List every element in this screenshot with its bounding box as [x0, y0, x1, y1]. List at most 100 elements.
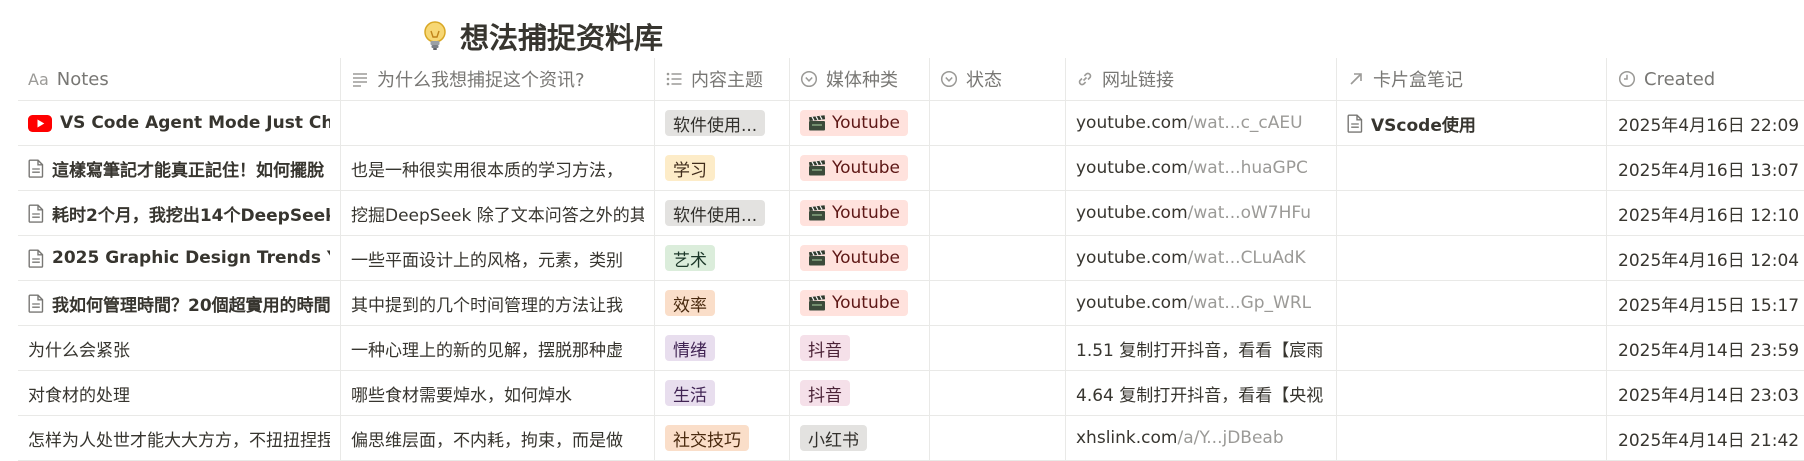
cell-card[interactable] [1337, 281, 1607, 325]
cell-url[interactable]: youtube.com/wat...huaGPC [1066, 146, 1337, 190]
cell-card[interactable] [1337, 236, 1607, 280]
cell-status[interactable] [930, 146, 1066, 190]
cell-media[interactable]: Youtube [790, 146, 930, 190]
table-row-1[interactable]: VS Code Agent Mode Just Changed Everythi… [18, 101, 1804, 146]
cell-card[interactable] [1337, 191, 1607, 235]
url-link[interactable]: xhslink.com/a/Y...jDBeab [1076, 428, 1284, 448]
table-row-5[interactable]: 我如何管理時間？20個超實用的時間 其中提到的几个时间管理的方法让我 效率 Yo… [18, 281, 1804, 326]
row-title[interactable]: 這樣寫筆記才能真正記住！如何擺脫 [52, 156, 324, 181]
row-title[interactable]: 2025 Graphic Design Trends You Should Kn… [52, 248, 330, 268]
cell-media[interactable]: Youtube [790, 101, 930, 145]
cell-reason[interactable]: 其中提到的几个时间管理的方法让我 [341, 281, 655, 325]
cell-reason[interactable] [341, 101, 655, 145]
column-header-created[interactable]: Created [1607, 58, 1804, 100]
column-header-status[interactable]: 状态 [930, 58, 1066, 100]
cell-card[interactable] [1337, 326, 1607, 370]
cell-url[interactable]: 1.51 复制打开抖音，看看【宸雨 [1066, 326, 1337, 370]
row-title[interactable]: 耗时2个月，我挖出14个DeepSeek [52, 201, 330, 226]
row-title[interactable]: 怎样为人处世才能大大方方，不扭扭捏捏 [28, 426, 330, 451]
cell-url[interactable]: 4.64 复制打开抖音，看看【央视 [1066, 371, 1337, 415]
cell-status[interactable] [930, 371, 1066, 415]
media-tag: 抖音 [800, 335, 850, 361]
cell-notes[interactable]: VS Code Agent Mode Just Changed Everythi… [18, 101, 341, 145]
card-link[interactable]: VScode使用 [1371, 111, 1476, 136]
cell-status[interactable] [930, 416, 1066, 460]
cell-card[interactable] [1337, 146, 1607, 190]
column-header-notes[interactable]: Aa Notes [18, 58, 341, 100]
created-date: 2025年4月16日 13:07 [1618, 160, 1800, 181]
cell-created: 2025年4月16日 12:04 [1607, 236, 1804, 280]
cell-notes[interactable]: 我如何管理時間？20個超實用的時間 [18, 281, 341, 325]
cell-status[interactable] [930, 281, 1066, 325]
cell-reason[interactable]: 一些平面设计上的风格，元素，类别 [341, 236, 655, 280]
column-header-topic[interactable]: 内容主题 [655, 58, 790, 100]
cell-media[interactable]: 抖音 [790, 371, 930, 415]
table-row-8[interactable]: 怎样为人处世才能大大方方，不扭扭捏捏 偏思维层面，不内耗，拘束，而是做 社交技巧… [18, 416, 1804, 461]
cell-url[interactable]: youtube.com/wat...Gp_WRL [1066, 281, 1337, 325]
url-link[interactable]: youtube.com/wat...huaGPC [1076, 158, 1308, 178]
table-row-7[interactable]: 对食材的处理 哪些食材需要焯水，如何焯水 生活 抖音 4.64 复制打开抖音，看… [18, 371, 1804, 416]
cell-topic[interactable]: 社交技巧 [655, 416, 790, 460]
cell-status[interactable] [930, 326, 1066, 370]
cell-notes[interactable]: 对食材的处理 [18, 371, 341, 415]
url-link[interactable]: youtube.com/wat...Gp_WRL [1076, 293, 1312, 313]
table-row-2[interactable]: 這樣寫筆記才能真正記住！如何擺脫 也是一种很实用很本质的学习方法， 学习 You… [18, 146, 1804, 191]
cell-media[interactable]: 小红书 [790, 416, 930, 460]
table-row-4[interactable]: 2025 Graphic Design Trends You Should Kn… [18, 236, 1804, 281]
cell-media[interactable]: Youtube [790, 236, 930, 280]
cell-media[interactable]: Youtube [790, 281, 930, 325]
row-title[interactable]: VS Code Agent Mode Just Changed Everythi… [60, 113, 330, 133]
url-link[interactable]: youtube.com/wat...CLuAdK [1076, 248, 1306, 268]
cell-url[interactable]: youtube.com/wat...c_cAEU [1066, 101, 1337, 145]
link-icon [1078, 72, 1092, 86]
cell-status[interactable] [930, 236, 1066, 280]
column-header-reason[interactable]: 为什么我想捕捉这个资讯? [341, 58, 655, 100]
row-title[interactable]: 对食材的处理 [28, 381, 130, 406]
cell-url[interactable]: xhslink.com/a/Y...jDBeab [1066, 416, 1337, 460]
database-title[interactable]: 想法捕捉资料库 [420, 14, 663, 58]
cell-card[interactable] [1337, 416, 1607, 460]
cell-topic[interactable]: 软件使用... [655, 101, 790, 145]
url-link[interactable]: youtube.com/wat...c_cAEU [1076, 113, 1303, 133]
cell-url[interactable]: youtube.com/wat...oW7HFu [1066, 191, 1337, 235]
cell-topic[interactable]: 效率 [655, 281, 790, 325]
cell-media[interactable]: 抖音 [790, 326, 930, 370]
url-domain: youtube.com [1076, 158, 1188, 178]
cell-topic[interactable]: 软件使用... [655, 191, 790, 235]
url-link[interactable]: 4.64 复制打开抖音，看看【央视 [1076, 381, 1323, 406]
url-domain: youtube.com [1076, 293, 1188, 313]
cell-status[interactable] [930, 101, 1066, 145]
cell-topic[interactable]: 学习 [655, 146, 790, 190]
cell-reason[interactable]: 挖掘DeepSeek 除了文本问答之外的其 [341, 191, 655, 235]
table-row-3[interactable]: 耗时2个月，我挖出14个DeepSeek 挖掘DeepSeek 除了文本问答之外… [18, 191, 1804, 236]
cell-card[interactable] [1337, 371, 1607, 415]
cell-card[interactable]: VScode使用 [1337, 101, 1607, 145]
table-row-6[interactable]: 为什么会紧张 一种心理上的新的见解，摆脱那种虚 情绪 抖音 1.51 复制打开抖… [18, 326, 1804, 371]
cell-reason[interactable]: 偏思维层面，不内耗，拘束，而是做 [341, 416, 655, 460]
row-title[interactable]: 为什么会紧张 [28, 336, 130, 361]
cell-reason[interactable]: 哪些食材需要焯水，如何焯水 [341, 371, 655, 415]
column-header-media[interactable]: 媒体种类 [790, 58, 930, 100]
cell-notes[interactable]: 2025 Graphic Design Trends You Should Kn… [18, 236, 341, 280]
column-header-url[interactable]: 网址链接 [1066, 58, 1337, 100]
clapperboard-icon [809, 115, 826, 131]
column-header-card[interactable]: 卡片盒笔记 [1337, 58, 1607, 100]
url-link[interactable]: youtube.com/wat...oW7HFu [1076, 203, 1311, 223]
row-reason: 也是一种很实用很本质的学习方法， [351, 160, 623, 181]
cell-notes[interactable]: 這樣寫筆記才能真正記住！如何擺脫 [18, 146, 341, 190]
cell-notes[interactable]: 为什么会紧张 [18, 326, 341, 370]
cell-media[interactable]: Youtube [790, 191, 930, 235]
url-link[interactable]: 1.51 复制打开抖音，看看【宸雨 [1076, 336, 1323, 361]
row-title[interactable]: 我如何管理時間？20個超實用的時間 [52, 291, 330, 316]
cell-topic[interactable]: 艺术 [655, 236, 790, 280]
cell-notes[interactable]: 耗时2个月，我挖出14个DeepSeek [18, 191, 341, 235]
cell-status[interactable] [930, 191, 1066, 235]
cell-topic[interactable]: 生活 [655, 371, 790, 415]
cell-url[interactable]: youtube.com/wat...CLuAdK [1066, 236, 1337, 280]
cell-topic[interactable]: 情绪 [655, 326, 790, 370]
cell-notes[interactable]: 怎样为人处世才能大大方方，不扭扭捏捏 [18, 416, 341, 460]
media-tag-label: 抖音 [808, 385, 842, 406]
topic-tag: 艺术 [665, 245, 715, 271]
cell-reason[interactable]: 一种心理上的新的见解，摆脱那种虚 [341, 326, 655, 370]
cell-reason[interactable]: 也是一种很实用很本质的学习方法， [341, 146, 655, 190]
